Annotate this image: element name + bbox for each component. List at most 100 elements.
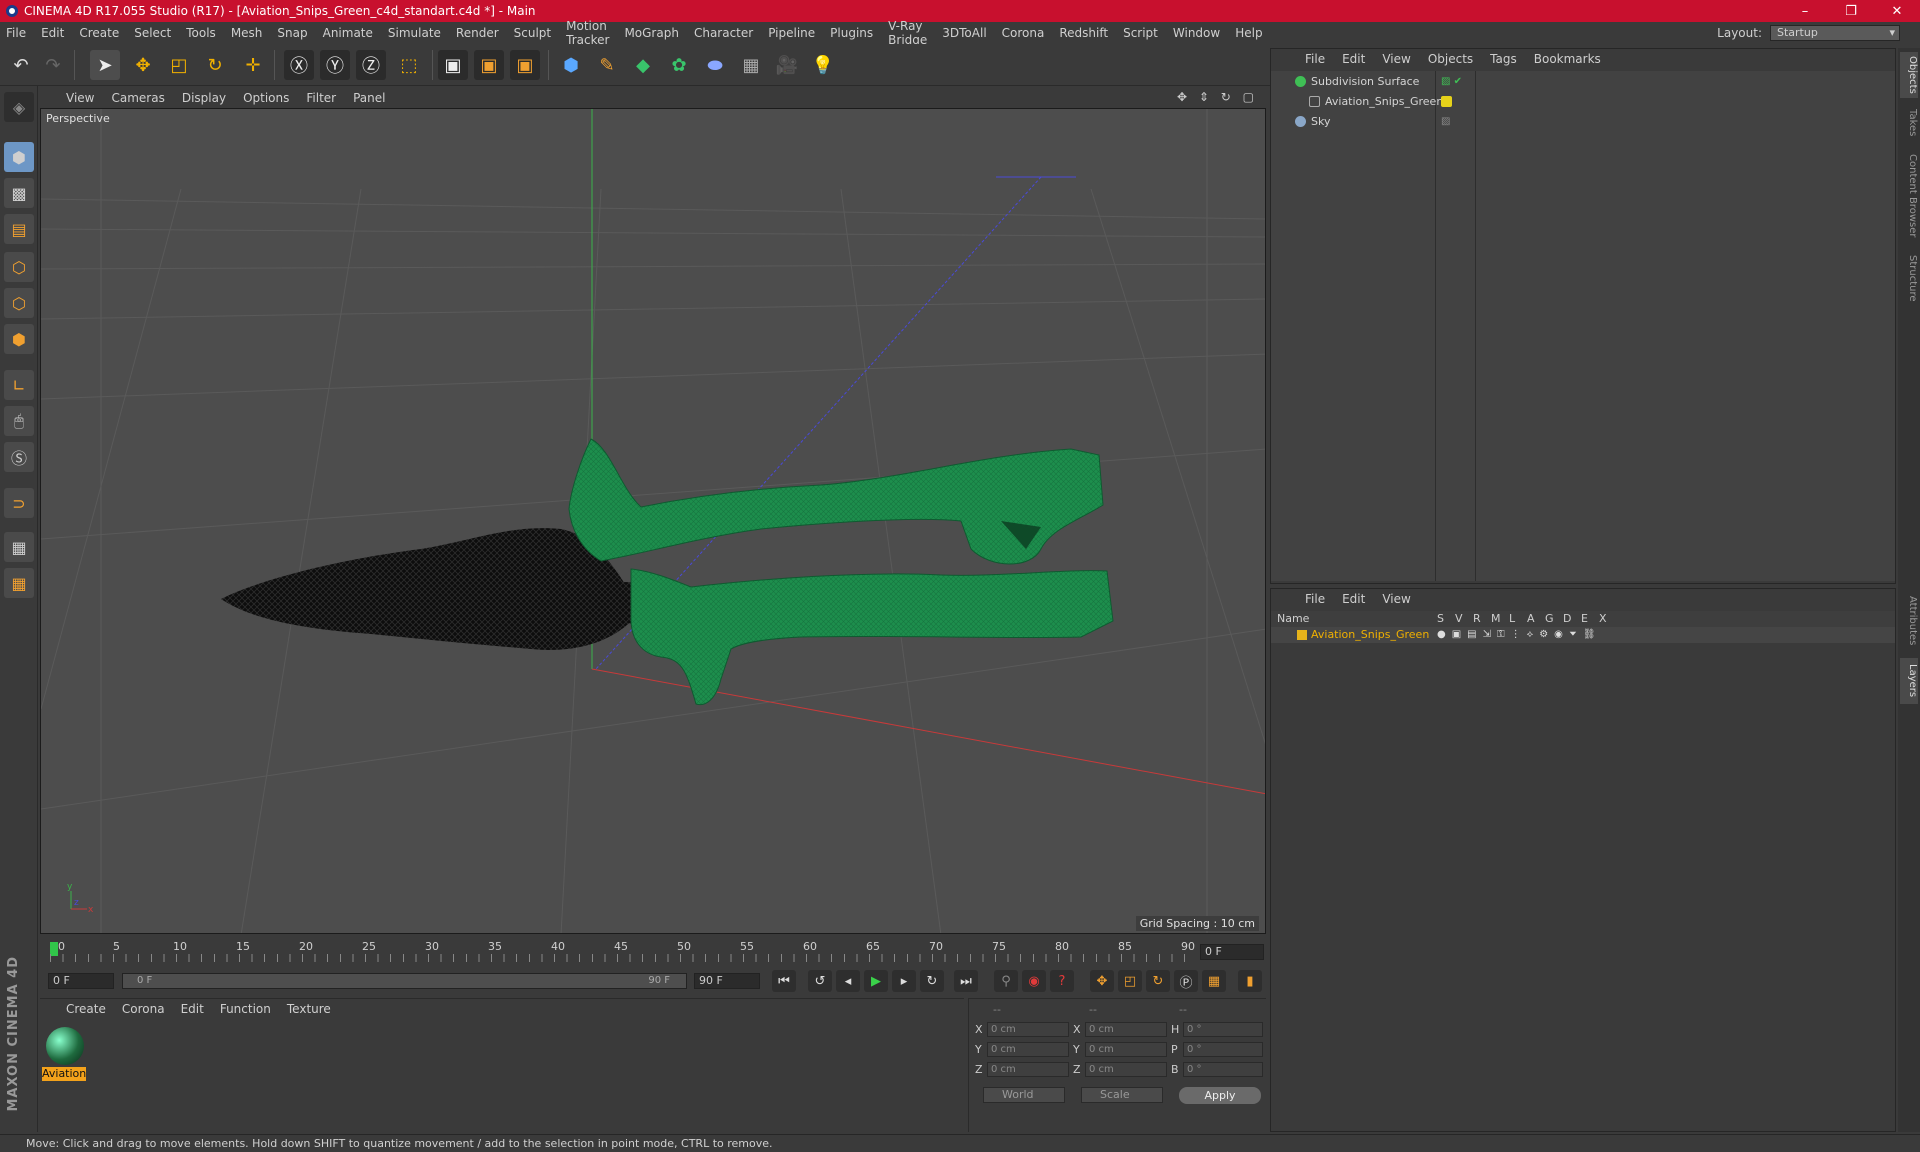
- edges-mode-icon[interactable]: ⬡: [4, 288, 34, 318]
- move-icon[interactable]: ✥: [128, 50, 158, 80]
- transform-mode-select[interactable]: Scale: [1081, 1087, 1163, 1103]
- model-mode-icon[interactable]: ⬢: [4, 142, 34, 172]
- material-menu-create[interactable]: Create: [66, 1002, 106, 1016]
- previous-frame-icon[interactable]: ◂: [836, 970, 860, 992]
- end-frame-field[interactable]: 90 F: [694, 973, 760, 989]
- points-mode-icon[interactable]: ⬡: [4, 252, 34, 282]
- size-x-field[interactable]: 0 cm: [1085, 1022, 1167, 1037]
- layout-select[interactable]: Startup: [1770, 25, 1900, 41]
- layers-menu-edit[interactable]: Edit: [1342, 592, 1365, 606]
- object-list[interactable]: Subdivision Surface ▨ ✔ Aviation_Snips_G…: [1271, 71, 1895, 581]
- viewport-menu-cameras[interactable]: Cameras: [111, 91, 164, 105]
- objects-menu-file[interactable]: File: [1305, 52, 1325, 66]
- size-y-field[interactable]: 0 cm: [1085, 1042, 1167, 1057]
- menu-select[interactable]: Select: [134, 26, 171, 40]
- menu-character[interactable]: Character: [694, 26, 753, 40]
- viewport-menu-filter[interactable]: Filter: [306, 91, 336, 105]
- tab-layers[interactable]: Layers: [1900, 658, 1918, 704]
- menu-pipeline[interactable]: Pipeline: [768, 26, 815, 40]
- menu-corona[interactable]: Corona: [1002, 26, 1045, 40]
- lock-workplane-icon[interactable]: ▦: [4, 532, 34, 562]
- objects-menu-tags[interactable]: Tags: [1490, 52, 1517, 66]
- perspective-viewport[interactable]: y x z Perspective Grid Spacing : 10 cm: [40, 108, 1266, 934]
- floor-icon[interactable]: ▦: [736, 50, 766, 80]
- maximize-button[interactable]: ❐: [1828, 4, 1874, 19]
- object-row-subdivision[interactable]: Subdivision Surface ▨ ✔: [1271, 73, 1895, 91]
- render-picture-viewer-icon[interactable]: ▣: [474, 50, 504, 80]
- tab-attributes[interactable]: Attributes: [1900, 588, 1918, 654]
- next-frame-icon[interactable]: ▸: [892, 970, 916, 992]
- camera-icon[interactable]: 🎥: [772, 50, 802, 80]
- material-preview-ball[interactable]: [46, 1027, 84, 1065]
- size-z-field[interactable]: 0 cm: [1085, 1062, 1167, 1077]
- magnet-icon[interactable]: ⊃: [4, 488, 34, 518]
- polygons-mode-icon[interactable]: ⬢: [4, 324, 34, 354]
- menu-redshift[interactable]: Redshift: [1059, 26, 1108, 40]
- record-keys-icon[interactable]: ⚲: [994, 970, 1018, 992]
- timeline[interactable]: 0 5 10 15 20 25 30 35 40 45 50 55 60 65 …: [40, 936, 1266, 966]
- previous-key-icon[interactable]: ↺: [808, 970, 832, 992]
- layer-color-swatch[interactable]: [1297, 630, 1307, 640]
- menu-plugins[interactable]: Plugins: [830, 26, 873, 40]
- key-rotation-icon[interactable]: ↻: [1146, 970, 1170, 992]
- menu-snap[interactable]: Snap: [277, 26, 307, 40]
- menu-simulate[interactable]: Simulate: [388, 26, 441, 40]
- transform-icon[interactable]: ✛: [238, 50, 268, 80]
- object-row-sky[interactable]: Sky ▨: [1271, 113, 1895, 131]
- record-active-icon[interactable]: ◉: [1022, 970, 1046, 992]
- checkmark-icon[interactable]: ▨ ✔: [1441, 73, 1462, 91]
- light-icon[interactable]: 💡: [808, 50, 838, 80]
- rot-b-field[interactable]: 0 °: [1183, 1062, 1263, 1077]
- objects-menu-edit[interactable]: Edit: [1342, 52, 1365, 66]
- tweak-mode-icon[interactable]: 🖱: [4, 406, 34, 436]
- menu-render[interactable]: Render: [456, 26, 499, 40]
- start-frame-field[interactable]: 0 F: [48, 973, 114, 989]
- pos-x-field[interactable]: 0 cm: [987, 1022, 1069, 1037]
- layer-color-swatch[interactable]: [1441, 96, 1452, 107]
- viewport-menu-panel[interactable]: Panel: [353, 91, 385, 105]
- texture-mode-icon[interactable]: ▩: [4, 178, 34, 208]
- layer-toggle-icons[interactable]: ●▣▤⇲⚿⋮⟡⚙◉⏷⛓: [1437, 627, 1602, 643]
- viewport-nav-icons[interactable]: ✥ ⇕ ↻ ▢: [1177, 90, 1258, 104]
- menu-animate[interactable]: Animate: [323, 26, 373, 40]
- tag-icon[interactable]: ▨: [1441, 113, 1450, 131]
- workplane-icon[interactable]: ▤: [4, 214, 34, 244]
- tab-structure[interactable]: Structure: [1900, 248, 1918, 308]
- select-arrow-icon[interactable]: ➤: [90, 50, 120, 80]
- rotate-icon[interactable]: ↻: [200, 50, 230, 80]
- tab-takes[interactable]: Takes: [1900, 104, 1918, 142]
- material-menu-texture[interactable]: Texture: [287, 1002, 331, 1016]
- mograph-cloner-icon[interactable]: ✿: [664, 50, 694, 80]
- z-axis-lock-icon[interactable]: Ⓩ: [356, 50, 386, 80]
- autokey-icon[interactable]: ?: [1050, 970, 1074, 992]
- x-axis-lock-icon[interactable]: Ⓧ: [284, 50, 314, 80]
- y-axis-lock-icon[interactable]: Ⓨ: [320, 50, 350, 80]
- key-pla-icon[interactable]: ▦: [1202, 970, 1226, 992]
- next-key-icon[interactable]: ↻: [920, 970, 944, 992]
- material-label[interactable]: Aviation: [42, 1067, 86, 1081]
- subdivision-surface-icon[interactable]: ◆: [628, 50, 658, 80]
- menu-script[interactable]: Script: [1123, 26, 1158, 40]
- deformer-icon[interactable]: ⬬: [700, 50, 730, 80]
- objects-menu-view[interactable]: View: [1382, 52, 1410, 66]
- viewport-menu-display[interactable]: Display: [182, 91, 226, 105]
- make-editable-icon[interactable]: ◈: [4, 92, 34, 122]
- key-scale-icon[interactable]: ◰: [1118, 970, 1142, 992]
- objects-menu-bookmarks[interactable]: Bookmarks: [1534, 52, 1601, 66]
- tab-objects[interactable]: Objects: [1900, 52, 1918, 98]
- undo-icon[interactable]: ↶: [6, 50, 36, 80]
- current-frame-field[interactable]: 0 F: [1200, 944, 1264, 960]
- layer-row[interactable]: Aviation_Snips_Green ●▣▤⇲⚿⋮⟡⚙◉⏷⛓: [1271, 627, 1895, 643]
- menu-3dtoall[interactable]: 3DToAll: [942, 26, 986, 40]
- frame-range-slider[interactable]: 0 F 90 F: [122, 973, 687, 989]
- menu-mesh[interactable]: Mesh: [231, 26, 263, 40]
- rot-h-field[interactable]: 0 °: [1183, 1022, 1263, 1037]
- tab-content-browser[interactable]: Content Browser: [1900, 148, 1918, 244]
- cube-primitive-icon[interactable]: ⬢: [556, 50, 586, 80]
- menu-motion-tracker[interactable]: Motion Tracker: [566, 19, 609, 47]
- redo-icon[interactable]: ↷: [38, 50, 68, 80]
- objects-menu-objects[interactable]: Objects: [1428, 52, 1473, 66]
- key-parameter-icon[interactable]: Ⓟ: [1174, 970, 1198, 992]
- scale-icon[interactable]: ◰: [164, 50, 194, 80]
- play-icon[interactable]: ▶: [864, 970, 888, 992]
